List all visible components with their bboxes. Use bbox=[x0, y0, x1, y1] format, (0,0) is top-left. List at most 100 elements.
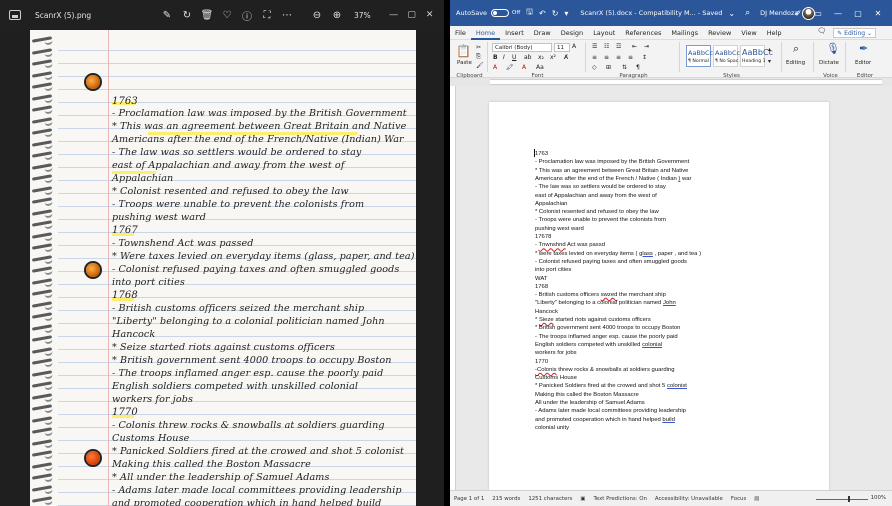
gallery-icon[interactable] bbox=[9, 10, 21, 20]
align-right-icon[interactable]: ≡ bbox=[616, 54, 621, 61]
document-line[interactable]: * Panicked Soldiers fired at the crowed … bbox=[535, 382, 687, 390]
document-line[interactable]: 1770 bbox=[535, 358, 548, 366]
redo-icon[interactable]: ↻ bbox=[552, 9, 559, 18]
info-icon[interactable]: ⓘ bbox=[238, 6, 256, 24]
customize-toolbar-icon[interactable]: ▾ bbox=[564, 9, 568, 18]
save-icon[interactable]: 🖫 bbox=[526, 6, 533, 20]
document-line[interactable]: east of Appalachian and away from the we… bbox=[535, 192, 657, 200]
horizontal-ruler[interactable] bbox=[490, 79, 882, 85]
tab-draw[interactable]: Draw bbox=[529, 26, 556, 40]
tab-layout[interactable]: Layout bbox=[588, 26, 620, 40]
borders-icon[interactable]: ⊞ bbox=[606, 64, 611, 71]
text-predictions[interactable]: Text Predictions: On bbox=[593, 496, 646, 502]
more-icon[interactable]: ⋯ bbox=[278, 6, 296, 24]
justify-icon[interactable]: ≡ bbox=[628, 54, 633, 61]
bold-button[interactable]: B bbox=[493, 54, 498, 61]
document-line[interactable]: - Colonist refused paying taxes and ofte… bbox=[535, 258, 687, 266]
undo-icon[interactable]: ↶ bbox=[539, 9, 546, 18]
styles-more-icon[interactable]: ▾ bbox=[768, 58, 771, 65]
document-line[interactable]: - British customs officers swzed the mer… bbox=[535, 291, 666, 299]
italic-button[interactable]: I bbox=[503, 54, 505, 61]
text-effects-icon[interactable]: A bbox=[493, 64, 497, 71]
page-count[interactable]: Page 1 of 1 bbox=[454, 496, 484, 502]
font-color-icon[interactable]: A bbox=[522, 64, 526, 71]
editor-icon[interactable]: ✒ bbox=[859, 42, 868, 55]
document-line[interactable]: Americans after the end of the French / … bbox=[535, 175, 692, 183]
delete-icon[interactable]: 🗑 bbox=[198, 6, 216, 24]
format-painter-icon[interactable]: 🖌 bbox=[476, 62, 484, 69]
ribbon-display-icon[interactable]: ▭ bbox=[808, 9, 828, 18]
style-normal[interactable]: AaBbCcDc ¶ Normal bbox=[686, 45, 722, 67]
chevron-down-icon[interactable]: ⌄ bbox=[728, 9, 735, 18]
zoom-slider-thumb[interactable] bbox=[848, 496, 850, 502]
focus-button[interactable]: Focus bbox=[731, 496, 746, 502]
document-line[interactable]: Making this called the Boston Massacre bbox=[535, 391, 639, 399]
document-line[interactable]: 17678 bbox=[535, 233, 551, 241]
superscript-button[interactable]: x² bbox=[550, 54, 556, 61]
search-icon[interactable]: ⌕ bbox=[745, 8, 750, 18]
document-line[interactable]: colonial unity bbox=[535, 424, 569, 432]
editor-button[interactable]: Editor bbox=[855, 60, 871, 66]
document-line[interactable]: Customs House bbox=[535, 374, 577, 382]
document-line[interactable]: All under the leadership of Samuel Adams bbox=[535, 399, 645, 407]
editing-button[interactable]: Editing bbox=[786, 60, 805, 66]
tab-mailings[interactable]: Mailings bbox=[666, 26, 703, 40]
document-line[interactable]: -Colonis threw rocks & snowballs at sold… bbox=[535, 366, 674, 374]
document-line[interactable]: 1763 bbox=[535, 150, 548, 158]
document-line[interactable]: * Colonist resented and refused to obey … bbox=[535, 208, 659, 216]
style-no-spacing[interactable]: AaBbCcDc ¶ No Spac... bbox=[713, 45, 749, 67]
document-canvas[interactable]: 1763- Proclamation law was imposed by th… bbox=[456, 86, 892, 490]
multilevel-list-icon[interactable]: ☲ bbox=[616, 43, 621, 50]
document-line[interactable]: - Adams later made local committees prov… bbox=[535, 407, 686, 415]
minimize-icon[interactable]: — bbox=[828, 9, 848, 18]
grow-font-icon[interactable]: A bbox=[572, 43, 576, 50]
paste-button[interactable]: Paste bbox=[457, 60, 472, 66]
subscript-button[interactable]: x₂ bbox=[538, 54, 544, 61]
document-line[interactable]: "Liberty" belonging to a colonial politi… bbox=[535, 299, 676, 307]
document-line[interactable]: * were taxes levied on everyday items ( … bbox=[535, 250, 701, 258]
autosave-toggle[interactable] bbox=[491, 9, 510, 17]
sort-icon[interactable]: ⇅ bbox=[622, 64, 627, 71]
change-case-icon[interactable]: Aa bbox=[536, 64, 544, 71]
favorite-icon[interactable]: ♡ bbox=[218, 6, 236, 24]
bullets-icon[interactable]: ☰ bbox=[592, 43, 597, 50]
highlight-color-icon[interactable]: 🖍 bbox=[506, 64, 514, 71]
tab-references[interactable]: References bbox=[620, 26, 666, 40]
document-line[interactable]: English soldiers competed with unskilled… bbox=[535, 341, 662, 349]
document-line[interactable]: pushing west ward bbox=[535, 225, 584, 233]
document-line[interactable]: - The troops inflamed anger esp. cause t… bbox=[535, 333, 678, 341]
tab-design[interactable]: Design bbox=[556, 26, 588, 40]
accessibility-status[interactable]: Accessibility: Unavailable bbox=[655, 496, 723, 502]
tab-insert[interactable]: Insert bbox=[500, 26, 529, 40]
zoom-percent[interactable]: 100% bbox=[871, 495, 886, 501]
document-line[interactable]: * This was an agreement between Great Br… bbox=[535, 167, 688, 175]
style-heading-1[interactable]: AaBbCc Heading 1 bbox=[740, 45, 773, 67]
shading-icon[interactable]: ◇ bbox=[592, 64, 597, 71]
copy-icon[interactable]: ⎘ bbox=[476, 53, 481, 61]
document-line[interactable]: 1768 bbox=[535, 283, 548, 291]
document-line[interactable]: WAT bbox=[535, 275, 547, 283]
comments-icon[interactable]: 🗨 bbox=[817, 27, 826, 35]
line-spacing-icon[interactable]: ↕ bbox=[642, 54, 647, 61]
microphone-icon[interactable]: 🎙 bbox=[826, 42, 840, 55]
tab-home[interactable]: Home bbox=[470, 26, 501, 40]
zoom-slider[interactable] bbox=[816, 499, 868, 500]
numbering-icon[interactable]: ☷ bbox=[604, 43, 609, 50]
document-line[interactable]: into port cities bbox=[535, 266, 571, 274]
minimize-icon[interactable]: — bbox=[385, 6, 403, 24]
document-line[interactable]: workers for jobs bbox=[535, 349, 577, 357]
tab-view[interactable]: View bbox=[736, 26, 761, 40]
document-line[interactable]: - Proclamation law was imposed by the Br… bbox=[535, 158, 689, 166]
pen-icon[interactable]: ✐ bbox=[788, 9, 808, 18]
document-line[interactable]: Appalachian bbox=[535, 200, 567, 208]
document-line[interactable]: - Tnwnshnd Act was passd bbox=[535, 241, 605, 249]
tab-file[interactable]: File bbox=[450, 26, 471, 40]
find-icon[interactable]: ⌕ bbox=[793, 42, 799, 56]
zoom-out-icon[interactable]: ⊖ bbox=[308, 6, 326, 24]
clear-format-icon[interactable]: A̸ bbox=[564, 54, 568, 61]
close-icon[interactable]: ✕ bbox=[868, 9, 888, 18]
increase-indent-icon[interactable]: ⇥ bbox=[644, 43, 649, 50]
tab-review[interactable]: Review bbox=[703, 26, 736, 40]
zoom-in-icon[interactable]: ⊕ bbox=[328, 6, 346, 24]
font-size-select[interactable]: 11 bbox=[554, 43, 570, 52]
